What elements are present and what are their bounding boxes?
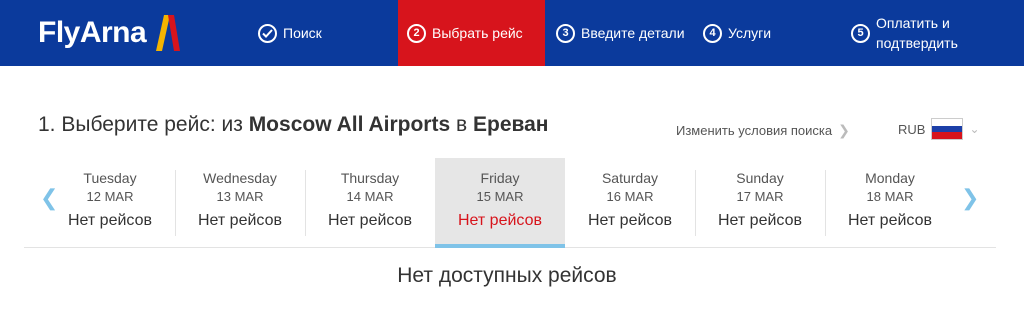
page-title: 1. Выберите рейс: из Moscow All Airports… <box>38 113 549 137</box>
step-number: 3 <box>556 23 575 43</box>
day-status: Нет рейсов <box>847 212 932 229</box>
logo-text: FlyArna <box>38 16 147 49</box>
day-name: Monday <box>865 170 915 186</box>
currency-selector[interactable]: RUB ⌄ <box>898 118 980 140</box>
day-status: Нет рейсов <box>587 212 672 229</box>
russia-flag-icon <box>931 118 964 140</box>
day-monday[interactable]: Monday 18 MAR Нет рейсов <box>825 158 955 248</box>
title-destination: Ереван <box>472 113 549 136</box>
title-middle: в <box>450 113 473 136</box>
day-date: 14 MAR <box>346 189 394 204</box>
day-name: Thursday <box>340 170 400 186</box>
step-number: 4 <box>703 23 722 43</box>
step-pay-line2: подтвердить <box>876 35 958 51</box>
change-search-link[interactable]: Изменить условия поиска ❯ <box>676 122 850 139</box>
logo-mark-icon <box>156 15 181 51</box>
divider <box>825 170 826 236</box>
step-number: 5 <box>851 23 870 43</box>
step-select-flight-label: Выбрать рейс <box>432 25 523 41</box>
no-flights-message: Нет доступных рейсов <box>397 264 617 287</box>
day-date: 13 MAR <box>216 189 264 204</box>
check-circle-icon <box>258 23 277 43</box>
currency-code: RUB <box>898 121 926 137</box>
step-search-label: Поиск <box>283 25 322 41</box>
day-date: 15 MAR <box>476 189 524 204</box>
change-search-label: Изменить условия поиска <box>676 123 833 138</box>
day-friday-selected[interactable]: Friday 15 MAR Нет рейсов <box>435 158 565 248</box>
day-name: Wednesday <box>203 170 277 186</box>
step-select-flight[interactable]: 2 Выбрать рейс <box>398 0 545 66</box>
day-thursday[interactable]: Thursday 14 MAR Нет рейсов <box>305 158 435 248</box>
day-status: Нет рейсов <box>67 212 152 229</box>
step-search[interactable]: Поиск <box>258 0 322 66</box>
divider <box>695 170 696 236</box>
day-name: Friday <box>480 170 520 186</box>
step-enter-details-label: Введите детали <box>581 25 685 41</box>
day-date: 16 MAR <box>606 189 654 204</box>
step-pay-line1: Оплатить и <box>876 15 950 31</box>
step-services[interactable]: 4 Услуги <box>703 0 771 66</box>
top-header: FlyArna Поиск 2 Выбрать рейс 3 Введите д… <box>0 0 1024 66</box>
chevron-right-icon[interactable]: ❯ <box>961 187 979 209</box>
step-number: 2 <box>407 23 426 43</box>
day-status: Нет рейсов <box>327 212 412 229</box>
title-origin: Moscow All Airports <box>248 113 451 136</box>
flyarna-logo[interactable]: FlyArna <box>38 13 182 53</box>
divider <box>305 170 306 236</box>
day-name: Saturday <box>601 170 659 186</box>
date-selector: ❮ Tuesday 12 MAR Нет рейсов Wednesday 13… <box>24 158 996 248</box>
day-status: Нет рейсов <box>457 212 542 229</box>
day-list: Tuesday 12 MAR Нет рейсов Wednesday 13 M… <box>45 158 955 248</box>
day-date: 17 MAR <box>736 189 784 204</box>
day-name: Tuesday <box>83 170 137 186</box>
chevron-down-icon: ⌄ <box>969 122 980 136</box>
chevron-right-icon: ❯ <box>838 122 850 138</box>
day-date: 12 MAR <box>86 189 134 204</box>
divider <box>175 170 176 236</box>
day-saturday[interactable]: Saturday 16 MAR Нет рейсов <box>565 158 695 248</box>
step-enter-details[interactable]: 3 Введите детали <box>556 0 685 66</box>
day-status: Нет рейсов <box>197 212 282 229</box>
step-pay-confirm-label: Оплатить и подтвердить <box>876 13 958 53</box>
day-sunday[interactable]: Sunday 17 MAR Нет рейсов <box>695 158 825 248</box>
day-status: Нет рейсов <box>717 212 802 229</box>
title-prefix: 1. Выберите рейс: из <box>38 113 249 136</box>
selected-underline <box>435 244 565 248</box>
day-wednesday[interactable]: Wednesday 13 MAR Нет рейсов <box>175 158 305 248</box>
day-tuesday[interactable]: Tuesday 12 MAR Нет рейсов <box>45 158 175 248</box>
step-pay-confirm[interactable]: 5 Оплатить и подтвердить <box>851 0 1011 66</box>
step-services-label: Услуги <box>728 25 772 41</box>
day-date: 18 MAR <box>866 189 914 204</box>
day-name: Sunday <box>736 170 784 186</box>
